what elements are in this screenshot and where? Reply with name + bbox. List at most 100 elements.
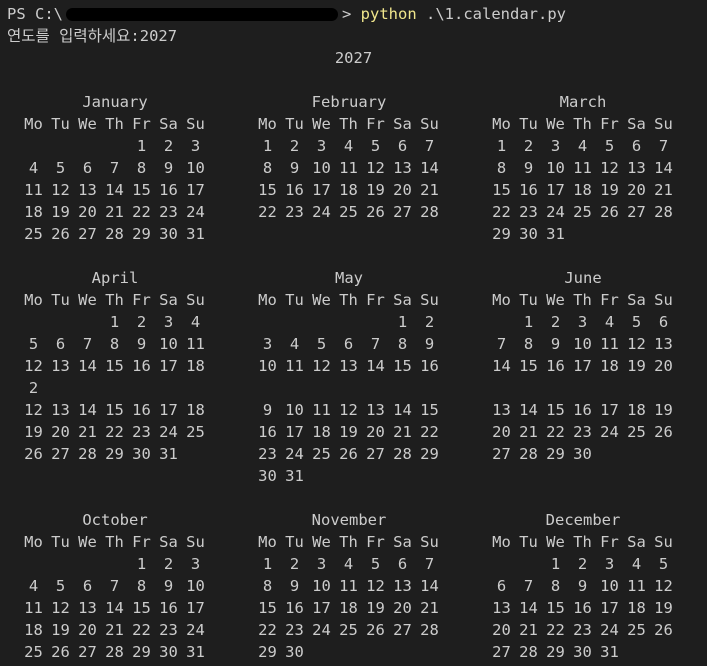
day-cell: 21 (78, 423, 97, 441)
weekday-header: Su (420, 291, 439, 309)
weekday-header: Su (654, 291, 673, 309)
weekday-header-row: Mo Tu We Th Fr Sa Su (254, 113, 444, 135)
day-cell: 29 (420, 445, 439, 463)
day-cell: 14 (519, 599, 538, 617)
weekday-header: We (78, 533, 97, 551)
day-cell: 11 (573, 159, 592, 177)
weekday-header-row: Mo Tu We Th Fr Sa Su (20, 531, 210, 553)
day-cell: 17 (600, 401, 619, 419)
weekday-header: Tu (51, 533, 70, 551)
week-row: 29 30 (254, 641, 444, 663)
day-cell: 28 (105, 225, 124, 243)
week-row (488, 377, 678, 399)
day-cell: 21 (393, 423, 412, 441)
day-cell: 24 (186, 203, 205, 221)
day-cell: 9 (289, 577, 300, 595)
day-cell: 18 (24, 621, 43, 639)
day-cell: 20 (627, 181, 646, 199)
day-cell: 25 (573, 203, 592, 221)
weekday-header: Sa (393, 115, 412, 133)
day-cell: 17 (600, 599, 619, 617)
day-cell (308, 641, 335, 663)
day-cell: 27 (393, 621, 412, 639)
day-cell: 24 (312, 203, 331, 221)
day-cell (623, 641, 650, 663)
day-cell: 12 (51, 181, 70, 199)
day-cell: 14 (78, 357, 97, 375)
day-cell: 2 (577, 555, 588, 573)
day-cell: 2 (28, 379, 39, 397)
day-cell: 14 (78, 401, 97, 419)
day-cell: 20 (492, 423, 511, 441)
week-row: 13 14 15 16 17 18 19 (488, 597, 678, 619)
day-cell: 23 (519, 203, 538, 221)
day-cell (20, 311, 47, 333)
terminal-window[interactable]: PS C:\ > python .\1.calendar.py 연도를 입력하세요… (0, 0, 707, 666)
day-cell: 19 (654, 401, 673, 419)
day-cell: 22 (492, 203, 511, 221)
day-cell (362, 641, 389, 663)
day-cell: 13 (78, 599, 97, 617)
day-cell: 12 (627, 335, 646, 353)
day-cell: 22 (132, 621, 151, 639)
day-cell: 4 (289, 335, 300, 353)
day-cell: 13 (654, 335, 673, 353)
day-cell: 3 (604, 555, 615, 573)
day-cell: 14 (492, 357, 511, 375)
weekday-header: Mo (24, 291, 43, 309)
day-cell: 15 (420, 401, 439, 419)
day-cell: 20 (366, 423, 385, 441)
month-block-june: June Mo Tu We Th Fr Sa Su 1 2 3 4 5 6 7 8 9 10 11 12 13 14 15 1… (488, 267, 678, 465)
day-cell (335, 641, 362, 663)
day-cell: 5 (370, 555, 381, 573)
month-block-december: December Mo Tu We Th Fr Sa Su 1 2 3 4 5 6 7 8 9 10 11 12 13 1… (488, 509, 678, 663)
day-cell: 13 (51, 357, 70, 375)
day-cell: 26 (600, 203, 619, 221)
week-row: 8 9 10 11 12 13 14 (254, 157, 444, 179)
day-cell: 24 (600, 423, 619, 441)
day-cell: 13 (366, 401, 385, 419)
day-cell (596, 443, 623, 465)
day-cell: 27 (366, 445, 385, 463)
week-row: 22 23 24 25 26 27 28 (254, 619, 444, 641)
day-cell: 29 (492, 225, 511, 243)
week-row: 14 15 16 17 18 19 20 (488, 355, 678, 377)
day-cell: 21 (105, 621, 124, 639)
day-cell: 24 (600, 621, 619, 639)
week-row: 22 23 24 25 26 27 28 (254, 201, 444, 223)
day-cell: 9 (550, 335, 561, 353)
day-cell: 25 (24, 225, 43, 243)
week-row: 5 6 7 8 9 10 11 (20, 333, 210, 355)
day-cell (623, 223, 650, 245)
weekday-header: Su (420, 533, 439, 551)
day-cell: 19 (366, 599, 385, 617)
day-cell (155, 377, 182, 399)
day-cell: 5 (28, 335, 39, 353)
day-cell (623, 377, 650, 399)
day-cell: 22 (105, 423, 124, 441)
week-row: 1234 (20, 311, 210, 333)
weekday-header: Tu (285, 291, 304, 309)
week-row: 9 10 11 12 13 14 15 (254, 399, 444, 421)
day-cell (74, 553, 101, 575)
day-cell: 2 (289, 137, 300, 155)
day-cell (416, 465, 443, 487)
day-cell: 17 (186, 181, 205, 199)
day-cell: 27 (78, 225, 97, 243)
day-cell: 26 (51, 225, 70, 243)
week-row: 18 19 20 21 22 23 24 (20, 619, 210, 641)
day-cell: 26 (366, 621, 385, 639)
day-cell: 20 (492, 621, 511, 639)
day-cell (650, 377, 677, 399)
month-block-november: November Mo Tu We Th Fr Sa Su 1 2 3 4 5 6 7 8 9 10 11 12 13 1… (254, 509, 444, 663)
day-cell (650, 223, 677, 245)
day-cell: 19 (654, 599, 673, 617)
input-line: 연도를 입력하세요:2027 (7, 25, 177, 47)
week-row: 25 26 27 28 29 30 31 (20, 223, 210, 245)
day-cell: 6 (658, 313, 669, 331)
day-cell: 25 (339, 203, 358, 221)
day-cell: 27 (393, 203, 412, 221)
day-cell: 23 (159, 203, 178, 221)
command-name: python (360, 5, 417, 23)
day-cell: 20 (51, 423, 70, 441)
